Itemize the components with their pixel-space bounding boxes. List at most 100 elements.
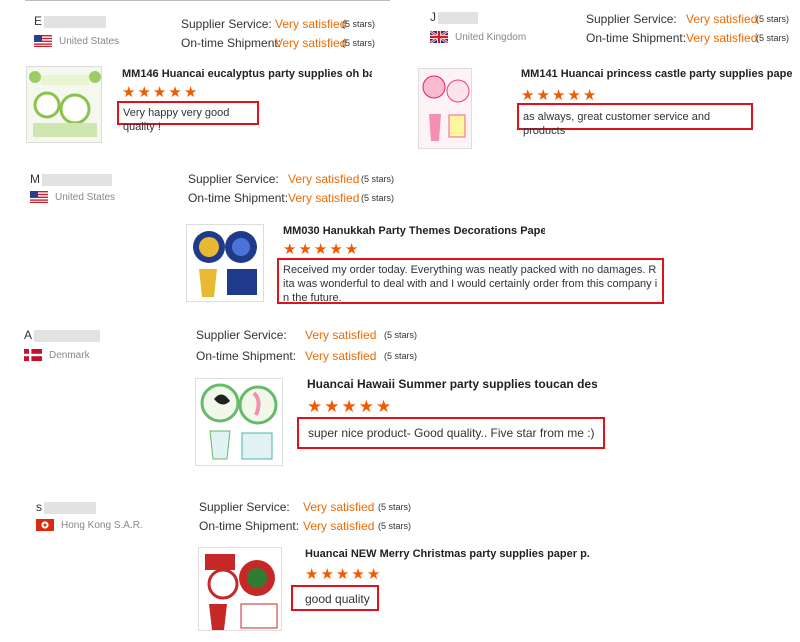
star-icon: ★ (298, 241, 312, 258)
ontime-shipment-value: Very satisfied (288, 191, 360, 205)
supplier-service-stars: (5 stars) (756, 14, 790, 24)
reviewer-country: United Kingdom (430, 31, 526, 43)
hong-kong-flag-icon (36, 519, 54, 531)
star-icon: ★ (341, 397, 357, 416)
supplier-service-value: Very satisfied (305, 328, 377, 342)
reviewer-name: J (430, 10, 478, 24)
star-icon: ★ (358, 397, 374, 416)
product-title[interactable]: MM141 Huancai princess castle party supp… (521, 68, 793, 80)
star-icon: ★ (137, 84, 151, 101)
reviewer-country: United States (34, 35, 119, 47)
review-card-5: s Hong Kong S.A.R. Supplier Service: Ver… (0, 490, 800, 642)
product-thumbnail[interactable] (198, 547, 282, 631)
supplier-service-label: Supplier Service: (181, 17, 272, 31)
supplier-service-stars: (5 stars) (342, 19, 376, 29)
review-card-2: J United Kingdom Supplier Service: Very … (400, 0, 800, 150)
supplier-service-label: Supplier Service: (586, 12, 677, 26)
rating-stars: ★ ★ ★ ★ ★ (283, 241, 359, 258)
reviewer-country: Denmark (24, 349, 90, 361)
name-mask (438, 11, 478, 24)
reviewer-name: E (34, 14, 107, 28)
review-comment: super nice product- Good quality.. Five … (297, 417, 605, 449)
star-icon: ★ (351, 566, 365, 583)
star-icon: ★ (329, 241, 343, 258)
rating-stars: ★ ★ ★ ★ ★ (307, 397, 392, 416)
star-icon: ★ (582, 87, 597, 104)
supplier-service-label: Supplier Service: (199, 500, 290, 514)
product-title[interactable]: Huancai NEW Merry Christmas party suppli… (305, 548, 590, 560)
rating-stars: ★ ★ ★ ★ ★ (305, 566, 381, 583)
name-mask (44, 15, 107, 28)
product-thumbnail[interactable] (186, 224, 264, 302)
star-icon: ★ (324, 397, 340, 416)
ontime-shipment-stars: (5 stars) (378, 521, 412, 531)
reviewer-name: A (24, 328, 101, 342)
star-icon: ★ (168, 84, 182, 101)
supplier-service-stars: (5 stars) (384, 330, 418, 340)
reviewer-name: M (30, 172, 112, 186)
star-icon: ★ (183, 84, 198, 101)
supplier-service-value: Very satisfied (275, 17, 347, 31)
ontime-shipment-label: On-time Shipment: (188, 191, 289, 205)
star-icon: ★ (152, 84, 167, 101)
ontime-shipment-value: Very satisfied (686, 31, 758, 45)
reviewer-country: United States (30, 191, 115, 203)
product-thumbnail[interactable] (195, 378, 283, 466)
review-card-3: M United States Supplier Service: Very s… (0, 160, 800, 310)
star-icon: ★ (366, 566, 381, 583)
name-mask (42, 173, 112, 186)
ontime-shipment-value: Very satisfied (305, 349, 377, 363)
review-comment: Received my order today. Everything was … (277, 258, 664, 304)
star-icon: ★ (283, 241, 297, 258)
supplier-service-label: Supplier Service: (188, 172, 279, 186)
ontime-shipment-value: Very satisfied (275, 36, 347, 50)
ontime-shipment-stars: (5 stars) (756, 33, 790, 43)
review-comment: Very happy very good quality ! (117, 101, 259, 133)
product-thumbnail[interactable] (418, 68, 472, 149)
supplier-service-value: Very satisfied (303, 500, 375, 514)
product-thumbnail[interactable] (26, 66, 102, 143)
rating-stars: ★ ★ ★ ★ ★ (122, 84, 198, 101)
ontime-shipment-label: On-time Shipment: (196, 349, 297, 363)
star-icon: ★ (313, 241, 328, 258)
reviewer-name: s (36, 500, 96, 514)
product-title[interactable]: MM030 Hanukkah Party Themes Decorations … (283, 225, 545, 237)
star-icon: ★ (521, 87, 535, 104)
ontime-shipment-stars: (5 stars) (384, 351, 418, 361)
star-icon: ★ (376, 397, 392, 416)
review-card-4: A Denmark Supplier Service: Very satisfi… (0, 320, 800, 470)
name-mask (34, 329, 101, 342)
supplier-service-stars: (5 stars) (378, 502, 412, 512)
rating-stars: ★ ★ ★ ★ ★ (521, 87, 597, 104)
reviewer-country: Hong Kong S.A.R. (36, 519, 143, 531)
supplier-service-label: Supplier Service: (196, 328, 287, 342)
star-icon: ★ (305, 566, 319, 583)
supplier-service-value: Very satisfied (288, 172, 360, 186)
star-icon: ★ (122, 84, 136, 101)
star-icon: ★ (307, 397, 323, 416)
review-comment: good quality (291, 585, 379, 611)
product-title[interactable]: Huancai Hawaii Summer party supplies tou… (307, 377, 597, 391)
us-flag-icon (30, 191, 48, 203)
review-card-1: E United States Supplier Service: Very s… (0, 0, 400, 150)
star-icon: ★ (344, 241, 359, 258)
star-icon: ★ (320, 566, 334, 583)
product-title[interactable]: MM146 Huancai eucalyptus party supplies … (122, 68, 372, 80)
supplier-service-stars: (5 stars) (361, 174, 395, 184)
ontime-shipment-label: On-time Shipment: (586, 31, 687, 45)
ontime-shipment-stars: (5 stars) (361, 193, 395, 203)
uk-flag-icon (430, 31, 448, 43)
ontime-shipment-stars: (5 stars) (342, 38, 376, 48)
denmark-flag-icon (24, 349, 42, 361)
ontime-shipment-label: On-time Shipment: (199, 519, 300, 533)
name-mask (44, 501, 96, 514)
star-icon: ★ (335, 566, 350, 583)
star-icon: ★ (567, 87, 581, 104)
ontime-shipment-value: Very satisfied (303, 519, 375, 533)
ontime-shipment-label: On-time Shipment: (181, 36, 282, 50)
review-comment: as always, great customer service and pr… (517, 103, 753, 137)
star-icon: ★ (551, 87, 566, 104)
supplier-service-value: Very satisfied (686, 12, 758, 26)
star-icon: ★ (536, 87, 550, 104)
us-flag-icon (34, 35, 52, 47)
